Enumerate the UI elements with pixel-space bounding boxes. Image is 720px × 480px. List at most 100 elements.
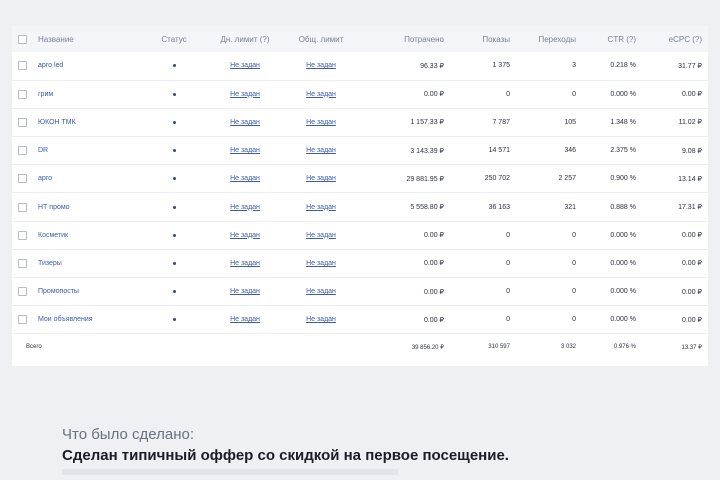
spent-value: 0.00 ₽ [423,288,444,296]
campaign-name[interactable]: apro led [38,52,146,80]
table-row[interactable]: Промопосты Не задан Не задан 0.00 ₽ 0 0 0.000 … [12,278,708,306]
ctr-value: 0.000 % [610,90,636,98]
row-checkbox-cell[interactable] [12,306,38,334]
spent-value: 0.00 ₽ [423,260,444,268]
spent-value: 29 881.95 ₽ [406,175,444,183]
row-checkbox-cell[interactable] [12,80,38,108]
total-limit-link[interactable]: Не задан [306,316,336,323]
campaign-name[interactable]: ЮКОН ТМК [38,108,146,136]
row-checkbox-cell[interactable] [12,137,38,165]
table-row[interactable]: Косметик Не задан Не задан 0.00 ₽ 0 0 0.000 % 0… [12,221,708,250]
col-ctr[interactable]: CTR (?) [582,26,642,52]
table-row[interactable]: Мои объявления Не задан Не задан 0.00 ₽ 0 0 0.… [12,306,708,334]
day-limit-link[interactable]: Не задан [230,91,260,98]
col-clicks[interactable]: Переходы [516,26,582,52]
table-row[interactable]: Тизеры Не задан Не задан 0.00 ₽ 0 0 0.000 % 0.0… [12,249,708,278]
total-limit-link[interactable]: Не задан [306,260,336,267]
row-checkbox-cell[interactable] [12,52,38,80]
row-checkbox[interactable] [17,202,27,212]
col-spent[interactable]: Потрачено [360,26,450,52]
table-row[interactable]: DR Не задан Не задан 3 143.39 ₽ 14 571 346 2.3… [12,137,708,165]
day-limit-link[interactable]: Не задан [230,147,260,154]
row-checkbox-cell[interactable] [12,193,38,221]
day-limit-cell: Не задан [208,108,288,136]
day-limit-cell: Не задан [208,52,288,80]
total-limit-link[interactable]: Не задан [306,288,336,295]
section-title: Что было сделано: [62,426,194,443]
total-limit-link[interactable]: Не задан [306,147,336,154]
ctr-value: 1.348 % [610,118,636,126]
row-checkbox-cell[interactable] [12,165,38,193]
row-checkbox-cell[interactable] [12,108,38,136]
ecpc-value: 0.00 ₽ [681,260,702,268]
table-row[interactable]: apro Не задан Не задан 29 881.95 ₽ 250 702 2 … [12,165,708,193]
campaign-name[interactable]: Мои объявления [38,306,146,334]
total-limit-link[interactable]: Не задан [306,62,336,69]
total-impressions: 310 597 [488,344,510,351]
day-limit-link[interactable]: Не задан [230,288,260,295]
day-limit-link[interactable]: Не задан [230,316,260,323]
total-limit-link[interactable]: Не задан [306,91,336,98]
total-limit-cell: Не задан [288,278,360,306]
row-checkbox-cell[interactable] [12,278,38,306]
day-limit-link[interactable]: Не задан [230,204,260,211]
row-checkbox[interactable] [17,230,27,240]
campaign-name[interactable]: DR [38,137,146,165]
total-limit-link[interactable]: Не задан [306,232,336,239]
table-row[interactable]: ЮКОН ТМК Не задан Не задан 1 157.33 ₽ 7 787 1… [12,108,708,137]
row-checkbox[interactable] [17,117,27,127]
col-day-limit[interactable]: Дн. лимит (?) [208,26,288,52]
day-limit-link[interactable]: Не задан [230,119,260,126]
spent-value: 1 157.33 ₽ [410,119,444,127]
day-limit-link[interactable]: Не задан [230,62,260,69]
row-checkbox[interactable] [17,61,27,71]
total-limit-link[interactable]: Не задан [306,175,336,182]
col-status[interactable]: Статус [146,26,208,52]
row-checkbox[interactable] [17,315,27,325]
table-row[interactable]: грим Не задан Не задан 0.00 ₽ 0 0 0.000 % 0.00 … [12,80,708,109]
col-ecpc[interactable]: eCPC (?) [642,26,708,52]
total-limit-cell: Не задан [288,80,360,108]
status-cell [146,165,208,193]
spent-value: 0.00 ₽ [423,316,444,324]
clicks-value: 2 257 [558,175,576,183]
clicks-value: 0 [572,259,576,267]
row-checkbox[interactable] [17,146,27,156]
row-checkbox[interactable] [17,174,27,184]
total-ecpc: 13.37 ₽ [681,344,703,351]
row-checkbox[interactable] [17,89,27,99]
clicks-value: 105 [564,118,576,126]
campaigns-table: Название Статус Дн. лимит (?) Общ. лимит… [12,26,708,360]
select-all-checkbox-cell[interactable] [12,26,38,52]
total-limit-cell: Не задан [288,306,360,334]
campaign-name[interactable]: Тизеры [38,249,146,277]
status-cell [146,137,208,165]
day-limit-link[interactable]: Не задан [230,232,260,239]
col-name[interactable]: Название [38,26,146,52]
campaign-name[interactable]: apro [38,165,146,193]
total-clicks: 3 032 [560,344,576,351]
col-impressions[interactable]: Показы [450,26,516,52]
status-dot-icon [172,205,176,209]
table-row[interactable]: НТ промо Не задан Не задан 5 558.80 ₽ 36 163… [12,193,708,222]
status-cell [146,221,208,249]
row-checkbox[interactable] [17,287,27,297]
total-limit-link[interactable]: Не задан [306,119,336,126]
spent-value: 0.00 ₽ [423,232,444,240]
row-checkbox-cell[interactable] [12,221,38,249]
day-limit-link[interactable]: Не задан [230,175,260,182]
select-all-checkbox[interactable] [17,34,27,44]
total-limit-link[interactable]: Не задан [306,204,336,211]
status-cell [146,278,208,306]
campaign-name[interactable]: Промопосты [38,278,146,306]
clicks-value: 0 [572,231,576,239]
row-checkbox-cell[interactable] [12,249,38,277]
campaign-name[interactable]: Косметик [38,221,146,249]
col-total-limit[interactable]: Общ. лимит [288,26,360,52]
campaign-name[interactable]: НТ промо [38,193,146,221]
table-row[interactable]: apro led Не задан Не задан 96.33 ₽ 1 375 3 0.2… [12,52,708,81]
day-limit-link[interactable]: Не задан [230,260,260,267]
campaign-name[interactable]: грим [38,80,146,108]
status-cell [146,193,208,221]
row-checkbox[interactable] [17,258,27,268]
